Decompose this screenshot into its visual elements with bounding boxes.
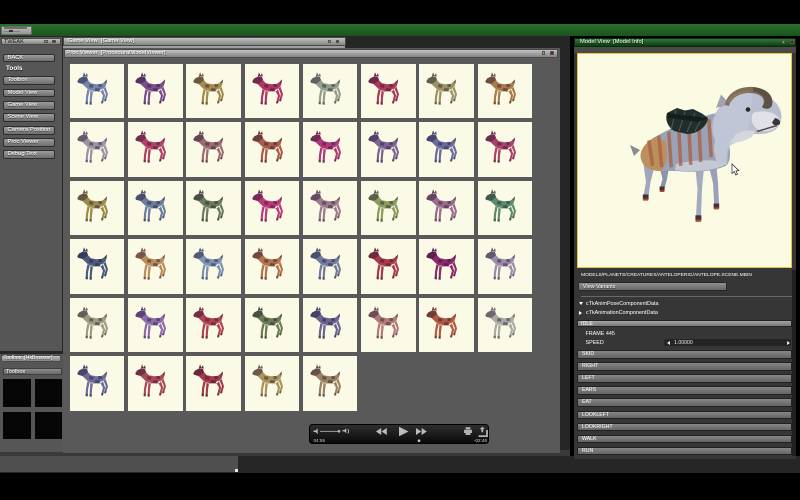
svg-text:-02:46: -02:46 [474,438,487,443]
svg-text:04:55: 04:55 [314,438,326,443]
